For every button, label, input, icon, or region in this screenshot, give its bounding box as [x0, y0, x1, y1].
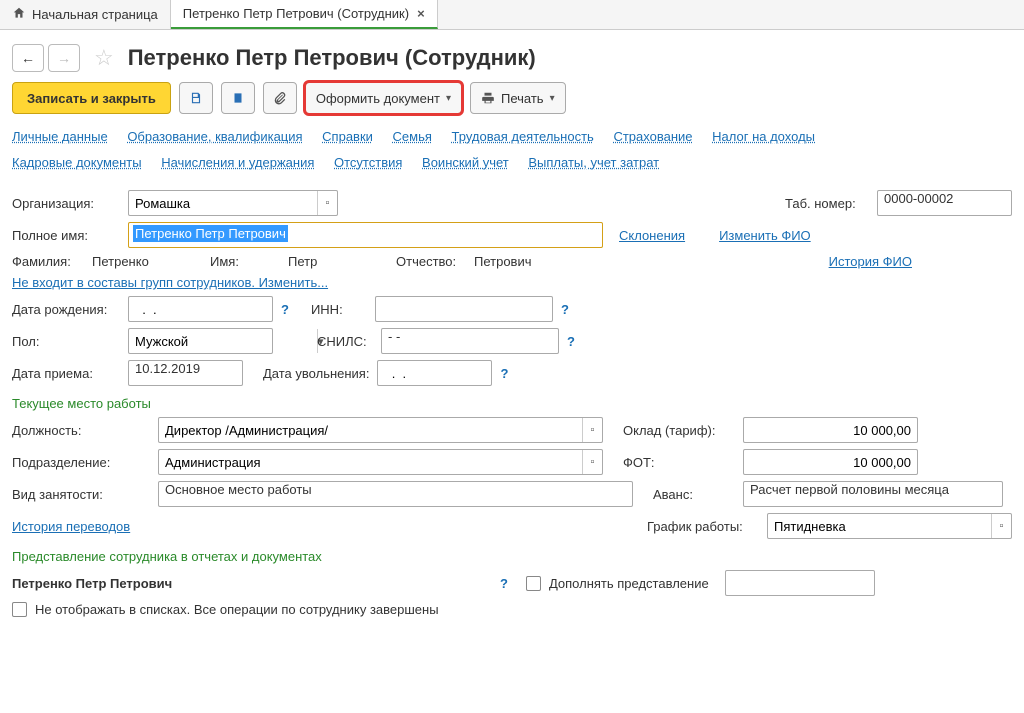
tab-home-label: Начальная страница	[32, 7, 158, 22]
link-personal[interactable]: Личные данные	[12, 129, 108, 144]
change-fio-link[interactable]: Изменить ФИО	[719, 228, 811, 243]
nav-links-row1: Личные данные Образование, квалификация …	[0, 124, 1024, 150]
mname-value: Петрович	[474, 254, 594, 269]
groups-link[interactable]: Не входит в составы групп сотрудников. И…	[12, 275, 328, 290]
link-work[interactable]: Трудовая деятельность	[452, 129, 594, 144]
label-firedate: Дата увольнения:	[263, 366, 369, 381]
nav-links-row2: Кадровые документы Начисления и удержани…	[0, 150, 1024, 176]
favorite-icon[interactable]: ☆	[94, 45, 114, 71]
save-close-button[interactable]: Записать и закрыть	[12, 82, 171, 114]
link-insurance[interactable]: Страхование	[613, 129, 692, 144]
label-org: Организация:	[12, 196, 120, 211]
label-emptype: Вид занятости:	[12, 487, 150, 502]
help-icon[interactable]: ?	[500, 366, 508, 381]
transfer-history-link[interactable]: История переводов	[12, 519, 130, 534]
label-schedule: График работы:	[647, 519, 759, 534]
section-current-job: Текущее место работы	[12, 396, 1012, 411]
tab-bar: Начальная страница Петренко Петр Петрови…	[0, 0, 1024, 30]
tab-employee-label: Петренко Петр Петрович (Сотрудник)	[183, 6, 409, 21]
tab-employee[interactable]: Петренко Петр Петрович (Сотрудник) ×	[171, 0, 438, 29]
label-lname: Фамилия:	[12, 254, 84, 269]
salary-field[interactable]	[743, 417, 918, 443]
link-education[interactable]: Образование, квалификация	[127, 129, 302, 144]
label-advance: Аванс:	[653, 487, 735, 502]
back-button[interactable]: ←	[12, 44, 44, 72]
birthdate-field[interactable]	[128, 296, 273, 322]
link-tax[interactable]: Налог на доходы	[712, 129, 815, 144]
label-dept: Подразделение:	[12, 455, 150, 470]
fname-value: Петр	[288, 254, 388, 269]
label-hide: Не отображать в списках. Все операции по…	[35, 602, 439, 617]
fullname-field[interactable]: Петренко Петр Петрович	[128, 222, 603, 248]
chevron-down-icon: ▾	[550, 93, 555, 104]
label-birthdate: Дата рождения:	[12, 302, 120, 317]
form: Организация: ▫ Таб. номер: 0000-00002 По…	[0, 176, 1024, 631]
fot-field[interactable]	[743, 449, 918, 475]
advance-field[interactable]: Расчет первой половины месяца	[743, 481, 1003, 507]
supplement-checkbox[interactable]	[526, 576, 541, 591]
label-hiredate: Дата приема:	[12, 366, 120, 381]
hiredate-field[interactable]: 10.12.2019	[128, 360, 243, 386]
page-title: Петренко Петр Петрович (Сотрудник)	[128, 45, 536, 71]
toolbar: Записать и закрыть Оформить документ▾ Пе…	[0, 82, 1024, 124]
representation-name: Петренко Петр Петрович	[12, 576, 492, 591]
print-button[interactable]: Печать▾	[470, 82, 566, 114]
tabnum-field[interactable]: 0000-00002	[877, 190, 1012, 216]
label-snils: СНИЛС:	[317, 334, 373, 349]
open-icon[interactable]: ▫	[991, 514, 1011, 538]
label-gender: Пол:	[12, 334, 120, 349]
create-document-button[interactable]: Оформить документ▾	[305, 82, 462, 114]
label-fullname: Полное имя:	[12, 228, 120, 243]
label-salary: Оклад (тариф):	[623, 423, 735, 438]
tab-home[interactable]: Начальная страница	[0, 0, 171, 29]
label-fname: Имя:	[210, 254, 280, 269]
lname-value: Петренко	[92, 254, 192, 269]
print-icon	[481, 91, 495, 105]
label-mname: Отчество:	[396, 254, 466, 269]
chevron-down-icon: ▾	[446, 93, 451, 104]
position-field[interactable]: ▫	[158, 417, 603, 443]
link-absences[interactable]: Отсутствия	[334, 155, 402, 170]
snils-field[interactable]: - -	[381, 328, 559, 354]
fio-history-link[interactable]: История ФИО	[829, 254, 912, 269]
link-hr-docs[interactable]: Кадровые документы	[12, 155, 142, 170]
help-icon[interactable]: ?	[561, 302, 569, 317]
help-icon[interactable]: ?	[567, 334, 575, 349]
link-payments[interactable]: Выплаты, учет затрат	[528, 155, 659, 170]
link-refs[interactable]: Справки	[322, 129, 373, 144]
section-representation: Представление сотрудника в отчетах и док…	[12, 549, 1012, 564]
dept-field[interactable]: ▫	[158, 449, 603, 475]
help-icon[interactable]: ?	[500, 576, 508, 591]
label-supplement: Дополнять представление	[549, 576, 709, 591]
link-family[interactable]: Семья	[393, 129, 432, 144]
supplement-field[interactable]	[725, 570, 875, 596]
help-icon[interactable]: ?	[281, 302, 289, 317]
open-icon[interactable]: ▫	[582, 450, 602, 474]
save-button[interactable]	[179, 82, 213, 114]
org-field[interactable]: ▫	[128, 190, 338, 216]
firedate-field[interactable]	[377, 360, 492, 386]
attach-button[interactable]	[263, 82, 297, 114]
list-button[interactable]	[221, 82, 255, 114]
schedule-field[interactable]: ▫	[767, 513, 1012, 539]
label-fot: ФОТ:	[623, 455, 735, 470]
link-accruals[interactable]: Начисления и удержания	[161, 155, 314, 170]
home-icon	[12, 6, 26, 23]
declensions-link[interactable]: Склонения	[619, 228, 685, 243]
open-icon[interactable]: ▫	[317, 191, 337, 215]
label-tabnum: Таб. номер:	[785, 196, 869, 211]
gender-field[interactable]: ▾	[128, 328, 273, 354]
inn-field[interactable]	[375, 296, 553, 322]
emptype-field[interactable]: Основное место работы	[158, 481, 633, 507]
close-icon[interactable]: ×	[417, 6, 425, 21]
hide-checkbox[interactable]	[12, 602, 27, 617]
link-military[interactable]: Воинский учет	[422, 155, 509, 170]
label-inn: ИНН:	[311, 302, 367, 317]
forward-button[interactable]: →	[48, 44, 80, 72]
label-position: Должность:	[12, 423, 150, 438]
header: ← → ☆ Петренко Петр Петрович (Сотрудник)	[0, 30, 1024, 82]
open-icon[interactable]: ▫	[582, 418, 602, 442]
